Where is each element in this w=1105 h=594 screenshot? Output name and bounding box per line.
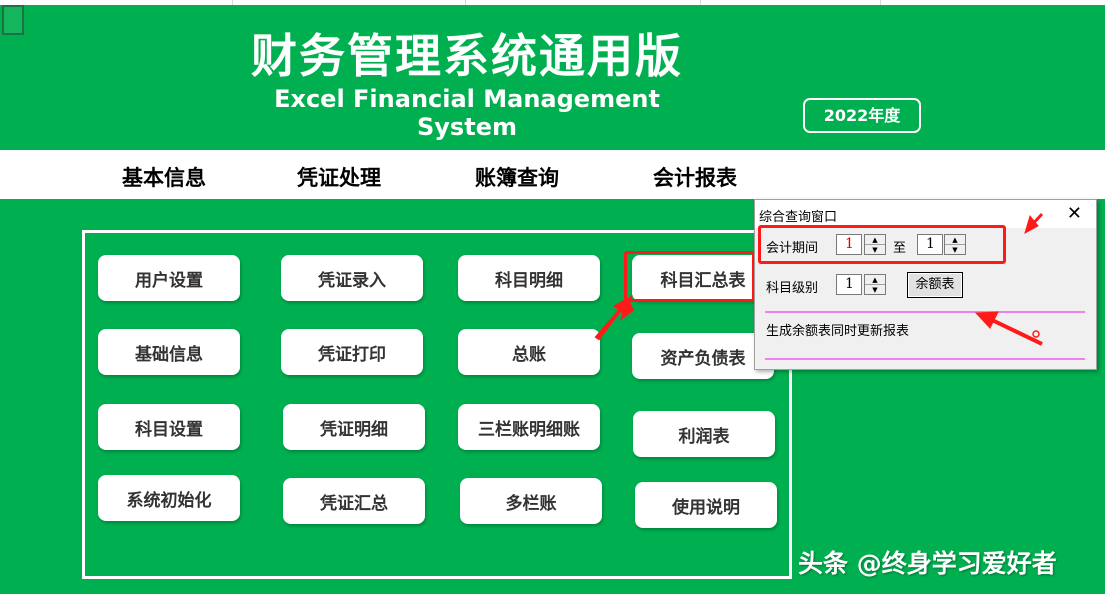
menu-ledger-query[interactable]: 账簿查询: [475, 162, 559, 192]
cell-gridline: [880, 0, 881, 5]
cell-gridline: [465, 0, 466, 5]
income-statement-button[interactable]: 利润表: [633, 411, 775, 457]
level-input[interactable]: 1: [836, 274, 862, 295]
watermark: 头条 @终身学习爱好者: [798, 549, 1057, 578]
app-subtitle: Excel Financial Management System: [274, 85, 660, 141]
three-column-ledger-button[interactable]: 三栏账明细账: [458, 404, 600, 450]
multi-column-ledger-button[interactable]: 多栏账: [460, 478, 602, 524]
level-spinner[interactable]: ▲ ▼: [864, 274, 886, 295]
voucher-summary-button[interactable]: 凭证汇总: [283, 478, 425, 524]
separator-line: [765, 311, 1085, 313]
active-cell-selector[interactable]: [2, 5, 24, 35]
spinner-down-icon[interactable]: ▼: [865, 285, 885, 295]
level-label: 科目级别: [766, 281, 819, 296]
menu-bar: 基本信息 凭证处理 账簿查询 会计报表: [0, 150, 1105, 199]
voucher-detail-button[interactable]: 凭证明细: [283, 404, 425, 450]
menu-basic-info[interactable]: 基本信息: [122, 162, 206, 192]
general-ledger-button[interactable]: 总账: [458, 329, 600, 375]
cell-gridline: [700, 0, 701, 5]
system-init-button[interactable]: 系统初始化: [98, 475, 240, 521]
spinner-up-icon[interactable]: ▲: [865, 275, 885, 285]
menu-accounting-reports[interactable]: 会计报表: [653, 162, 737, 192]
cell-gridline: [232, 0, 233, 5]
dialog-titlebar[interactable]: 综合查询窗口 ✕: [755, 200, 1096, 228]
basic-info-button[interactable]: 基础信息: [98, 329, 240, 375]
dialog-note: 生成余额表同时更新报表: [766, 324, 910, 339]
app-title: 财务管理系统通用版: [251, 29, 683, 83]
balance-table-button[interactable]: 余额表: [907, 272, 963, 298]
account-detail-button[interactable]: 科目明细: [458, 255, 600, 301]
user-manual-button[interactable]: 使用说明: [635, 482, 777, 528]
voucher-entry-button[interactable]: 凭证录入: [281, 255, 423, 301]
voucher-print-button[interactable]: 凭证打印: [281, 329, 423, 375]
year-badge: 2022年度: [803, 98, 921, 133]
dialog-title: 综合查询窗口: [759, 210, 838, 225]
highlight-box-period: [758, 225, 1006, 264]
account-settings-button[interactable]: 科目设置: [98, 404, 240, 450]
close-icon[interactable]: ✕: [1067, 203, 1082, 224]
menu-voucher-processing[interactable]: 凭证处理: [297, 162, 381, 192]
balance-sheet-button[interactable]: 资产负债表: [632, 333, 774, 379]
separator-line: [765, 358, 1085, 360]
highlight-box-account-summary: [624, 251, 755, 302]
user-settings-button[interactable]: 用户设置: [98, 255, 240, 301]
spreadsheet-top-strip: [0, 0, 1105, 5]
